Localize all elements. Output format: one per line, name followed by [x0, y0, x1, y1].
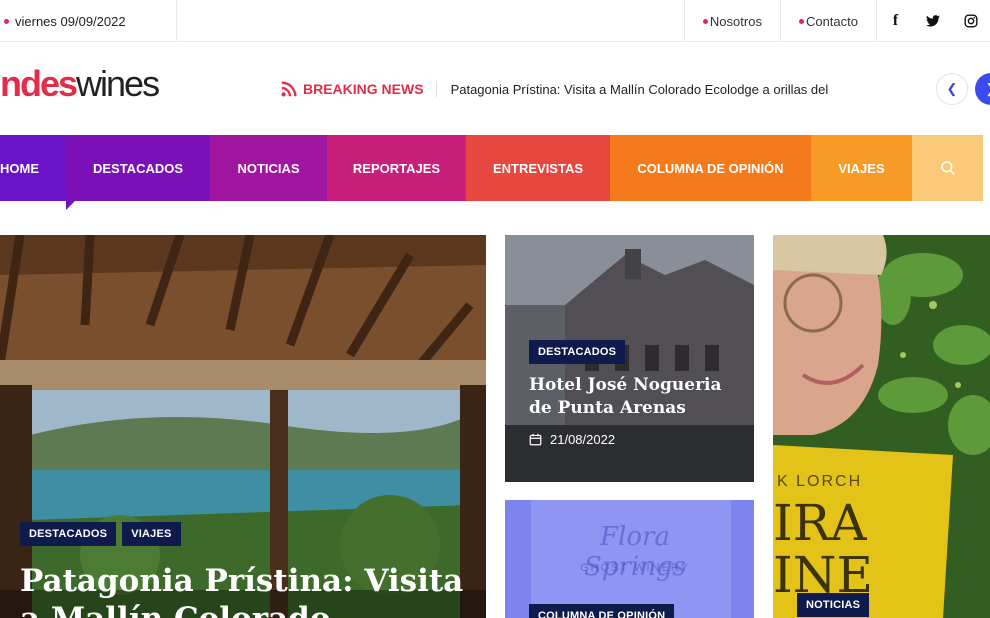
article-hotel-nogueria[interactable]: DESTACADOS Hotel José Nogueria de Punta …: [505, 235, 754, 482]
article-book-noticias[interactable]: K LORCH IRA INE NOTICIAS: [773, 235, 990, 618]
breaking-news-headline[interactable]: Patagonia Prístina: Visita a Mallín Colo…: [437, 82, 829, 97]
nav-entrevistas[interactable]: ENTREVISTAS: [466, 135, 610, 201]
link-contacto[interactable]: Contacto: [779, 0, 876, 42]
date-dot-icon: [4, 18, 9, 24]
date-text: viernes 09/09/2022: [15, 13, 126, 29]
search-button[interactable]: [912, 135, 983, 201]
rss-icon: [281, 81, 297, 97]
tag-noticias[interactable]: NOTICIAS: [797, 593, 870, 617]
bullet-icon: [702, 18, 708, 24]
previous-news-button[interactable]: ❮: [936, 73, 968, 105]
top-links: Nosotros Contacto f: [683, 0, 990, 42]
book-title: IRA INE: [773, 494, 873, 604]
breaking-news: BREAKING NEWS Patagonia Prístina: Visita…: [280, 78, 828, 100]
article-tags: DESTACADOS: [529, 340, 631, 364]
tag-viajes[interactable]: VIAJES: [122, 522, 181, 546]
article-flora-springs[interactable]: Flora Springs GHOST WINERY COLUMNA DE OP…: [505, 500, 754, 618]
article-title[interactable]: Hotel José Nogueria de Punta Arenas: [529, 374, 744, 420]
calendar-icon: [529, 433, 542, 446]
article-date: 21/08/2022: [529, 432, 615, 447]
nav-noticias[interactable]: NOTICIAS: [210, 135, 327, 201]
next-news-button[interactable]: ❯: [975, 73, 990, 105]
nav-viajes[interactable]: VIAJES: [811, 135, 912, 201]
nav-destacados[interactable]: DESTACADOS: [66, 135, 210, 201]
link-nosotros-label: Nosotros: [709, 13, 762, 29]
main-nav: HOME DESTACADOS NOTICIAS REPORTAJES ENTR…: [0, 135, 983, 201]
breaking-news-label: BREAKING NEWS: [303, 81, 437, 97]
nav-columna-de-opinion[interactable]: COLUMNA DE OPINIÓN: [610, 135, 811, 201]
nav-active-indicator: [66, 201, 75, 210]
nav-home[interactable]: HOME: [0, 135, 66, 201]
current-date: viernes 09/09/2022: [0, 0, 177, 42]
site-logo[interactable]: ndeswines: [0, 64, 160, 104]
chevron-right-icon: ❯: [986, 81, 990, 97]
tag-columna-de-opinion[interactable]: COLUMNA DE OPINIÓN: [529, 604, 675, 618]
bullet-icon: [798, 18, 804, 24]
book-author: K LORCH: [777, 473, 863, 490]
tag-destacados[interactable]: DESTACADOS: [529, 340, 626, 364]
twitter-icon[interactable]: [914, 0, 952, 42]
winery-sign-subtitle: GHOST WINERY: [580, 562, 690, 574]
featured-article-title[interactable]: Patagonia Prístina: Visita a Mallín Colo…: [20, 562, 463, 618]
top-bar: viernes 09/09/2022 Nosotros Contacto f: [0, 0, 990, 42]
featured-article-patagonia[interactable]: DESTACADOS VIAJES Patagonia Prístina: Vis…: [0, 235, 486, 618]
instagram-icon[interactable]: [952, 0, 990, 42]
tag-destacados[interactable]: DESTACADOS: [20, 522, 117, 546]
nav-reportajes[interactable]: REPORTAJES: [327, 135, 466, 201]
chevron-left-icon: ❮: [946, 81, 958, 96]
link-nosotros[interactable]: Nosotros: [683, 0, 780, 42]
article-tags: DESTACADOS VIAJES: [20, 522, 187, 546]
facebook-icon[interactable]: f: [876, 0, 914, 42]
search-icon: [940, 161, 955, 175]
article-tags: COLUMNA DE OPINIÓN: [529, 604, 680, 618]
article-image: [0, 235, 486, 618]
article-tags: NOTICIAS: [797, 593, 875, 617]
link-contacto-label: Contacto: [805, 13, 858, 29]
